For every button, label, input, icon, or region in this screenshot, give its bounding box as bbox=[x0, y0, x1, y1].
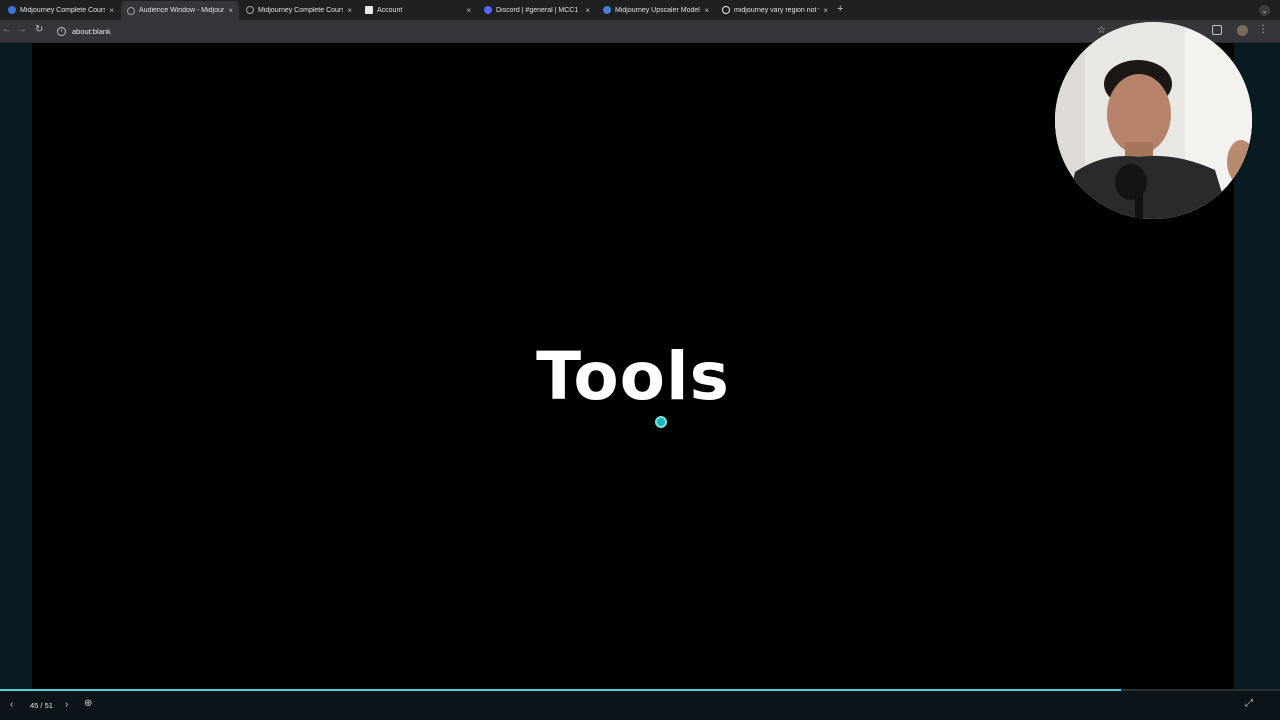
globe-icon bbox=[246, 6, 254, 14]
tab-label: Midjourney Complete Course bbox=[20, 6, 106, 14]
tab-label: Midjourney Complete Course bbox=[258, 6, 344, 14]
previous-slide-icon[interactable]: ‹ bbox=[10, 699, 13, 710]
close-icon[interactable]: × bbox=[704, 6, 709, 15]
pointer-cursor bbox=[655, 416, 667, 428]
close-icon[interactable]: × bbox=[347, 6, 352, 15]
zoom-icon[interactable]: ⊕ bbox=[84, 698, 92, 709]
discord-icon bbox=[484, 6, 492, 14]
tab-search-icon[interactable]: ⌄ bbox=[1259, 5, 1270, 16]
tab-2[interactable]: Midjourney Complete Course × bbox=[240, 2, 358, 18]
close-icon[interactable]: × bbox=[109, 6, 114, 15]
shield-icon bbox=[8, 6, 16, 14]
globe-icon bbox=[127, 6, 135, 15]
close-icon[interactable]: × bbox=[228, 6, 233, 15]
info-icon[interactable]: i bbox=[57, 26, 66, 36]
profile-avatar[interactable] bbox=[1237, 25, 1248, 36]
tab-1[interactable]: Audience Window - Midjourney × bbox=[121, 1, 239, 20]
tab-label: Discord | #general | MCC1 bbox=[496, 6, 579, 14]
document-icon bbox=[365, 6, 373, 14]
close-icon[interactable]: × bbox=[823, 6, 828, 15]
webcam-overlay bbox=[1055, 22, 1252, 219]
tab-6[interactable]: midjourney vary region not working × bbox=[716, 2, 834, 18]
slide-title: Tools bbox=[536, 338, 730, 415]
tab-strip: Midjourney Complete Course × Audience Wi… bbox=[0, 0, 1280, 20]
address-bar[interactable]: i about:blank bbox=[52, 22, 1112, 40]
player-controls: ‹ 45 / 51 › ⊕ ⤢ bbox=[0, 691, 1280, 720]
tab-label: Account bbox=[377, 6, 403, 14]
forward-icon[interactable]: → bbox=[17, 24, 27, 35]
tab-4[interactable]: Discord | #general | MCC1 × bbox=[478, 2, 596, 18]
close-icon[interactable]: × bbox=[466, 6, 471, 15]
slide: Tools bbox=[32, 43, 1234, 690]
fullscreen-icon[interactable]: ⤢ bbox=[1245, 698, 1253, 709]
midjourney-icon bbox=[603, 6, 611, 14]
tab-5[interactable]: Midjourney Upscaler Models × bbox=[597, 2, 715, 18]
extensions-icon[interactable] bbox=[1212, 25, 1222, 35]
google-icon bbox=[722, 6, 730, 14]
browser-toolbar: ← → ↻ i about:blank ☆ ⋮ bbox=[0, 20, 1280, 43]
back-icon[interactable]: ← bbox=[2, 24, 12, 35]
presenter-video bbox=[1055, 22, 1252, 219]
menu-icon[interactable]: ⋮ bbox=[1258, 24, 1268, 35]
tab-label: midjourney vary region not working bbox=[734, 6, 819, 14]
tab-0[interactable]: Midjourney Complete Course × bbox=[2, 2, 120, 18]
tab-3[interactable]: Account × bbox=[359, 2, 477, 18]
slide-counter: 45 / 51 bbox=[30, 701, 53, 710]
tab-label: Audience Window - Midjourney bbox=[139, 7, 225, 14]
tab-label: Midjourney Upscaler Models bbox=[615, 6, 701, 14]
url-text: about:blank bbox=[72, 26, 111, 36]
close-icon[interactable]: × bbox=[585, 6, 590, 15]
next-slide-icon[interactable]: › bbox=[65, 699, 68, 710]
new-tab-button[interactable]: + bbox=[837, 3, 843, 15]
reload-icon[interactable]: ↻ bbox=[35, 24, 43, 35]
